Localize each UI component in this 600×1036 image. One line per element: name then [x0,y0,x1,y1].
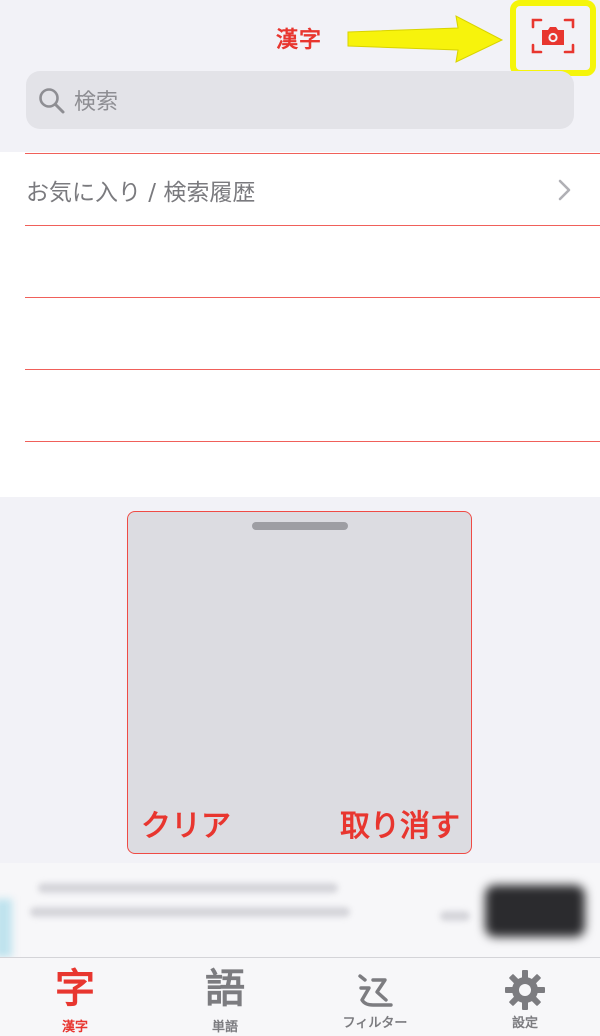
clear-button[interactable]: クリア [141,801,231,845]
search-icon [39,88,65,114]
kanji-tab-icon: 字 [55,966,95,1012]
tab-words[interactable]: 語 単語 [150,958,300,1036]
list-divider [25,153,600,154]
gear-icon [505,970,545,1010]
undo-button[interactable]: 取り消す [340,801,460,845]
ad-text-blur [30,907,350,917]
list-divider [25,297,600,298]
camera-scan-icon[interactable] [530,16,576,56]
ad-banner[interactable] [0,863,600,957]
tab-label: 漢字 [61,1020,88,1035]
words-tab-icon: 語 [205,966,245,1012]
filter-radical-icon [358,974,393,1007]
drag-handle[interactable] [252,522,348,530]
chevron-right-icon[interactable] [557,178,573,202]
tab-label: 単語 [211,1020,238,1035]
ad-text-blur [440,911,470,921]
tab-label: 設定 [511,1016,538,1031]
search-placeholder: 検索 [74,90,119,115]
tab-bar: 字 漢字 語 単語 フィルター 設定 [0,957,600,1036]
tab-filter[interactable]: フィルター [300,958,450,1036]
ad-decoration [0,899,12,957]
tab-label: フィルター [342,1016,408,1031]
tab-settings[interactable]: 設定 [450,958,600,1036]
list-divider [25,369,600,370]
tab-kanji[interactable]: 字 漢字 [0,958,150,1036]
ad-text-blur [38,883,338,893]
favorites-history-row[interactable]: お気に入り / 検索履歴 [26,173,255,207]
list-divider [25,441,600,442]
yellow-arrow-icon [347,15,504,63]
list-divider [25,225,600,226]
ad-action-button[interactable] [485,885,585,937]
